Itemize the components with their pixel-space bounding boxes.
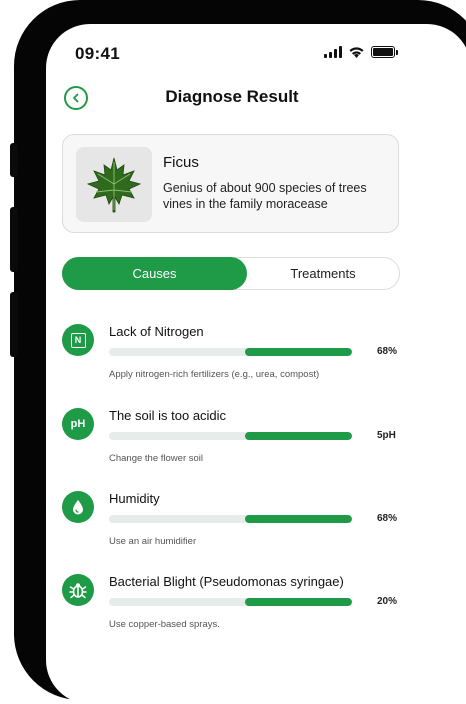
nitrogen-icon: N [62, 324, 94, 356]
status-icons [324, 46, 398, 58]
water-drop-icon [62, 491, 94, 523]
cause-progress-fill [245, 515, 352, 523]
plant-card: Ficus Genius of about 900 species of tre… [62, 134, 399, 233]
cause-item-bacterial-blight[interactable]: Bacterial Blight (Pseudomonas syringae) … [46, 574, 426, 634]
cause-item-acidic-soil[interactable]: pH The soil is too acidic 5pH Change the… [46, 408, 426, 468]
page-title: Diagnose Result [165, 87, 299, 106]
cause-progress-fill [245, 432, 352, 440]
cause-item-nitrogen[interactable]: N Lack of Nitrogen 68% Apply nitrogen-ri… [46, 324, 426, 384]
cause-progress [109, 515, 352, 523]
plant-image [76, 147, 152, 222]
cause-progress-fill [245, 598, 352, 606]
cause-tip: Apply nitrogen-rich fertilizers (e.g., u… [109, 369, 320, 380]
result-tabs: Causes Treatments [62, 257, 400, 290]
ph-icon: pH [62, 408, 94, 440]
cause-value: 5pH [377, 430, 396, 441]
volume-down-button [10, 292, 18, 357]
cause-title: Bacterial Blight (Pseudomonas syringae) [109, 574, 344, 589]
status-time: 09:41 [75, 44, 120, 63]
phone-screen: 09:41 Diagnose Result Ficus Genius of ab… [46, 24, 466, 704]
cause-progress-fill [245, 348, 352, 356]
bug-icon [62, 574, 94, 606]
plant-description: Genius of about 900 species of trees vin… [163, 181, 367, 211]
volume-up-button [10, 207, 18, 272]
maple-leaf-icon [86, 157, 142, 212]
cause-title: Humidity [109, 491, 160, 506]
cause-value: 20% [377, 596, 398, 607]
mute-switch [10, 143, 18, 177]
battery-icon [371, 46, 398, 58]
cause-progress [109, 432, 352, 440]
cause-tip: Change the flower soil [109, 453, 203, 464]
cause-tip: Use copper-based sprays. [109, 619, 220, 630]
cause-tip: Use an air humidifier [109, 536, 197, 547]
cellular-signal-icon [324, 46, 342, 58]
plant-name: Ficus [163, 154, 199, 171]
tab-treatments[interactable]: Treatments [247, 257, 399, 290]
cause-progress [109, 598, 352, 606]
cause-item-humidity[interactable]: Humidity 68% Use an air humidifier [46, 491, 426, 551]
wifi-icon [349, 47, 364, 58]
cause-value: 68% [377, 346, 398, 357]
cause-progress [109, 348, 352, 356]
cause-title: Lack of Nitrogen [109, 324, 204, 339]
tab-causes[interactable]: Causes [62, 257, 247, 290]
cause-value: 68% [377, 513, 398, 524]
cause-title: The soil is too acidic [109, 408, 227, 423]
